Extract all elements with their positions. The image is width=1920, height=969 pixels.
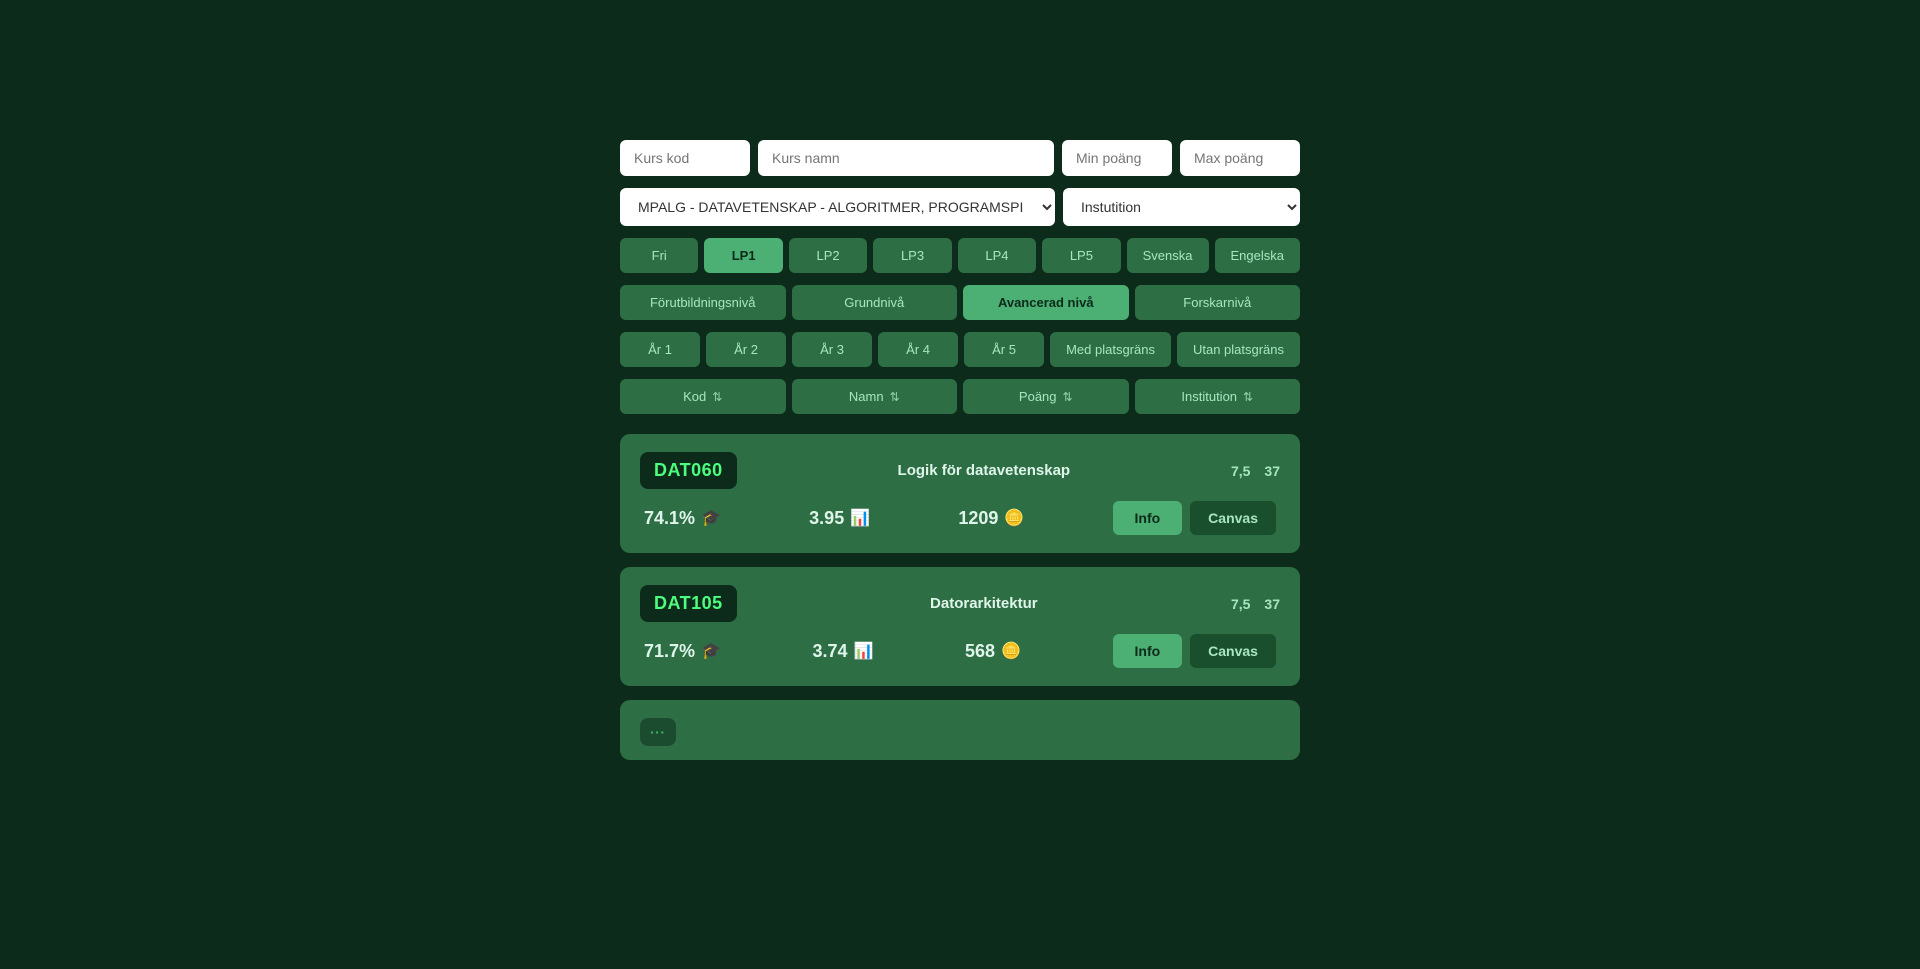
min-poang-input[interactable] xyxy=(1062,140,1172,176)
filter-med-platsgrns[interactable]: Med platsgräns xyxy=(1050,332,1171,367)
filter-lp1[interactable]: LP1 xyxy=(704,238,782,273)
institution-select[interactable]: InstutitionCSEEEPhysics xyxy=(1063,188,1300,226)
sort-kod-label: Kod xyxy=(683,389,706,404)
partial-course-code: ··· xyxy=(640,718,676,746)
course-code-dat060: DAT060 xyxy=(640,452,737,489)
course-card-dat060: DAT060 Logik för datavetenskap 7,5 37 74… xyxy=(620,434,1300,553)
course-number-dat105: 37 xyxy=(1264,596,1280,612)
stat-grade-dat105: 3.74 📊 xyxy=(813,641,874,662)
filter-svenska[interactable]: Svenska xyxy=(1127,238,1209,273)
filter-utan-platsgrns[interactable]: Utan platsgräns xyxy=(1177,332,1300,367)
sort-kod-button[interactable]: Kod ⇅ xyxy=(620,379,786,414)
action-buttons-dat105: Info Canvas xyxy=(1113,634,1276,668)
kurs-kod-input[interactable] xyxy=(620,140,750,176)
filter-ar3[interactable]: År 3 xyxy=(792,332,872,367)
card-bottom-dat105: 71.7% 🎓 3.74 📊 568 🪙 Info Canvas xyxy=(640,634,1280,668)
canvas-button-dat105[interactable]: Canvas xyxy=(1190,634,1276,668)
filter-engelska[interactable]: Engelska xyxy=(1215,238,1300,273)
sort-poang-icon: ⇅ xyxy=(1063,390,1073,404)
filter-ar1[interactable]: År 1 xyxy=(620,332,700,367)
coin-icon-dat105: 🪙 xyxy=(1001,641,1021,661)
info-button-dat060[interactable]: Info xyxy=(1113,501,1183,535)
partial-card-top: ··· xyxy=(640,718,1280,746)
grade-icon-dat060: 📊 xyxy=(850,508,870,528)
filter-row-lp: Fri LP1 LP2 LP3 LP4 LP5 Svenska Engelska xyxy=(620,238,1300,273)
passrate-value-dat060: 74.1% xyxy=(644,508,695,529)
filter-lp3[interactable]: LP3 xyxy=(873,238,951,273)
main-container: MPALG - DATAVETENSKAP - ALGORITMER, PROG… xyxy=(620,140,1300,969)
grade-value-dat060: 3.95 xyxy=(809,508,844,529)
filter-row-level: Förutbildningsnivå Grundnivå Avancerad n… xyxy=(620,285,1300,320)
graduation-icon-dat105: 🎓 xyxy=(701,641,721,661)
sort-poang-button[interactable]: Poäng ⇅ xyxy=(963,379,1129,414)
search-row xyxy=(620,140,1300,176)
filter-lp4[interactable]: LP4 xyxy=(958,238,1036,273)
course-credits-dat060: 7,5 xyxy=(1231,463,1250,479)
card-top-dat060: DAT060 Logik för datavetenskap 7,5 37 xyxy=(640,452,1280,489)
card-top-dat105: DAT105 Datorarkitektur 7,5 37 xyxy=(640,585,1280,622)
course-meta-dat060: 7,5 37 xyxy=(1231,463,1280,479)
sort-poang-label: Poäng xyxy=(1019,389,1057,404)
stat-count-dat105: 568 🪙 xyxy=(965,641,1021,662)
course-card-dat105: DAT105 Datorarkitektur 7,5 37 71.7% 🎓 3.… xyxy=(620,567,1300,686)
canvas-button-dat060[interactable]: Canvas xyxy=(1190,501,1276,535)
sort-institution-button[interactable]: Institution ⇅ xyxy=(1135,379,1301,414)
program-select[interactable]: MPALG - DATAVETENSKAP - ALGORITMER, PROG… xyxy=(620,188,1055,226)
course-code-dat105: DAT105 xyxy=(640,585,737,622)
passrate-value-dat105: 71.7% xyxy=(644,641,695,662)
max-poang-input[interactable] xyxy=(1180,140,1300,176)
sort-row: Kod ⇅ Namn ⇅ Poäng ⇅ Institution ⇅ xyxy=(620,379,1300,414)
count-value-dat105: 568 xyxy=(965,641,995,662)
grade-icon-dat105: 📊 xyxy=(854,641,874,661)
filter-row-year: År 1 År 2 År 3 År 4 År 5 Med platsgräns … xyxy=(620,332,1300,367)
coin-icon-dat060: 🪙 xyxy=(1004,508,1024,528)
sort-kod-icon: ⇅ xyxy=(712,390,722,404)
graduation-icon-dat060: 🎓 xyxy=(701,508,721,528)
filter-forutbildningsniva[interactable]: Förutbildningsnivå xyxy=(620,285,786,320)
filter-avancerad-niva[interactable]: Avancerad nivå xyxy=(963,285,1129,320)
kurs-namn-input[interactable] xyxy=(758,140,1054,176)
filter-ar2[interactable]: År 2 xyxy=(706,332,786,367)
sort-institution-label: Institution xyxy=(1181,389,1237,404)
filter-fri[interactable]: Fri xyxy=(620,238,698,273)
stat-passrate-dat105: 71.7% 🎓 xyxy=(644,641,721,662)
count-value-dat060: 1209 xyxy=(958,508,998,529)
sort-namn-button[interactable]: Namn ⇅ xyxy=(792,379,958,414)
sort-namn-icon: ⇅ xyxy=(890,390,900,404)
course-name-dat060: Logik för datavetenskap xyxy=(753,462,1215,479)
course-number-dat060: 37 xyxy=(1264,463,1280,479)
stat-grade-dat060: 3.95 📊 xyxy=(809,508,870,529)
info-button-dat105[interactable]: Info xyxy=(1113,634,1183,668)
sort-institution-icon: ⇅ xyxy=(1243,390,1253,404)
select-row: MPALG - DATAVETENSKAP - ALGORITMER, PROG… xyxy=(620,188,1300,226)
course-name-dat105: Datorarkitektur xyxy=(753,595,1215,612)
course-card-partial: ··· xyxy=(620,700,1300,760)
grade-value-dat105: 3.74 xyxy=(813,641,848,662)
filter-grundniva[interactable]: Grundnivå xyxy=(792,285,958,320)
filter-ar5[interactable]: År 5 xyxy=(964,332,1044,367)
course-meta-dat105: 7,5 37 xyxy=(1231,596,1280,612)
courses-list: DAT060 Logik för datavetenskap 7,5 37 74… xyxy=(620,434,1300,760)
filter-lp2[interactable]: LP2 xyxy=(789,238,867,273)
course-credits-dat105: 7,5 xyxy=(1231,596,1250,612)
filter-lp5[interactable]: LP5 xyxy=(1042,238,1120,273)
card-bottom-dat060: 74.1% 🎓 3.95 📊 1209 🪙 Info Canvas xyxy=(640,501,1280,535)
action-buttons-dat060: Info Canvas xyxy=(1113,501,1276,535)
filter-forskarniva[interactable]: Forskarnivå xyxy=(1135,285,1301,320)
filter-ar4[interactable]: År 4 xyxy=(878,332,958,367)
stat-passrate-dat060: 74.1% 🎓 xyxy=(644,508,721,529)
stat-count-dat060: 1209 🪙 xyxy=(958,508,1024,529)
sort-namn-label: Namn xyxy=(849,389,884,404)
